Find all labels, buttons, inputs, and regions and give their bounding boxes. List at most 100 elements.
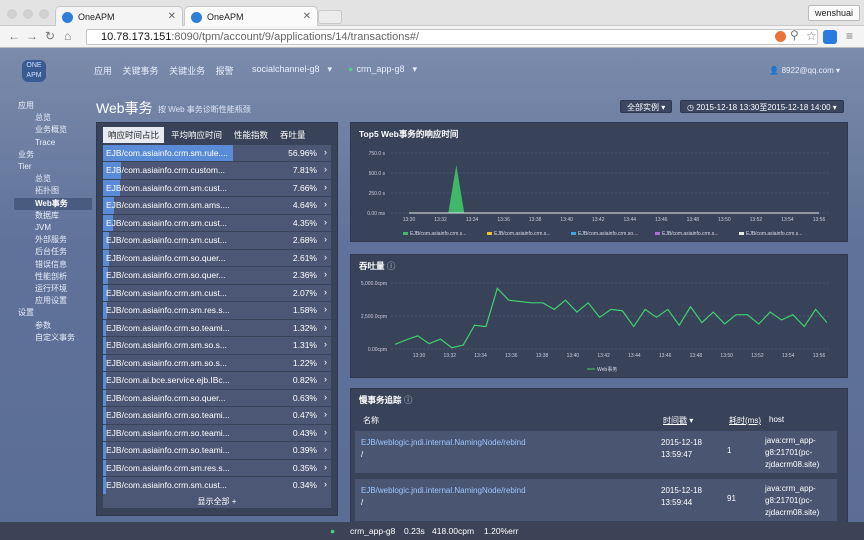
home-icon[interactable]: ⌂	[64, 29, 71, 43]
browser-tab-1[interactable]: OneAPM ✕	[55, 6, 183, 27]
menu-icon[interactable]: ≡	[846, 29, 853, 43]
transaction-row[interactable]: EJB/com.asiainfo.crm.so.quer... 2.36% ›	[103, 267, 331, 284]
minimize-window-icon[interactable]	[23, 9, 33, 19]
close-tab-icon[interactable]: ✕	[168, 11, 176, 22]
sidebar-item[interactable]: 外部服务	[18, 234, 84, 246]
account-menu[interactable]: 👤 8922@qq.com ▾	[769, 66, 840, 75]
tab-avg-response-time[interactable]: 平均响应时间	[166, 127, 227, 143]
forward-arrow-icon[interactable]: →	[26, 29, 38, 43]
transaction-row[interactable]: EJB/com.asiainfo.crm.so.quer... 0.63% ›	[103, 389, 331, 407]
browser-tab-2[interactable]: OneAPM ✕	[184, 6, 318, 27]
extension-icon[interactable]	[775, 31, 786, 42]
new-tab-button[interactable]	[318, 10, 342, 24]
sidebar-item[interactable]: Trace	[18, 137, 84, 149]
transaction-row[interactable]: EJB/com.ai.bce.service.ejb.IBc... 0.82% ›	[103, 372, 331, 389]
transaction-row[interactable]: EJB/com.asiainfo.crm.sm.rule.... 56.96% ›	[103, 145, 331, 162]
legend-label[interactable]: EJB/com.asiainfo.crm.s...	[494, 231, 550, 237]
oneapm-logo[interactable]: ONE APM	[22, 60, 46, 82]
instances-dropdown-label: 全部实例	[627, 103, 659, 112]
sidebar-item[interactable]: 后台任务	[18, 246, 84, 258]
legend-label[interactable]: EJB/com.asiainfo.crm.so....	[578, 231, 639, 237]
instances-dropdown[interactable]: 全部实例 ▾	[620, 100, 673, 113]
sidebar-item[interactable]: 总览	[18, 173, 84, 185]
close-window-icon[interactable]	[7, 9, 17, 19]
back-arrow-icon[interactable]: ←	[8, 29, 20, 43]
search-icon[interactable]: ⚲	[790, 28, 799, 42]
chevron-right-icon: ›	[324, 339, 327, 350]
sidebar-item[interactable]: 错误信息	[18, 259, 84, 271]
legend-label[interactable]: EJB/com.asiainfo.crm.s...	[746, 231, 802, 237]
slow-tx-name-link[interactable]: EJB/weblogic.jndi.internal.NamingNode/re…	[361, 485, 651, 497]
transaction-row[interactable]: EJB/com.asiainfo.crm.so.teami... 1.32% ›	[103, 319, 331, 337]
sidebar-item[interactable]: 参数	[18, 320, 84, 332]
nav-key-business[interactable]: 关键业务	[169, 66, 205, 76]
transaction-row[interactable]: EJB/com.asiainfo.crm.sm.res.s... 0.35% ›	[103, 459, 331, 477]
reload-icon[interactable]: ↻	[45, 29, 55, 43]
nav-alerts[interactable]: 报警	[216, 66, 234, 76]
legend-label[interactable]: Web事务	[597, 366, 617, 373]
sidebar-item[interactable]: 自定义事务	[18, 332, 84, 344]
column-header-duration[interactable]: 耗时(ms)	[729, 415, 761, 426]
url-input[interactable]: 10.78.173.151:8090/tpm/account/9/applica…	[86, 29, 818, 45]
sidebar-item[interactable]: JVM	[18, 222, 84, 234]
transaction-row[interactable]: EJB/com.asiainfo.crm.sm.cust... 4.35% ›	[103, 214, 331, 232]
sidebar-item[interactable]: Tier	[18, 161, 84, 173]
app-page: ONE APM 应用 关键事务 关键业务 报警 socialchannel-g8…	[0, 48, 864, 540]
show-all-button[interactable]: 显示全部 +	[103, 494, 331, 508]
legend-label[interactable]: EJB/com.asiainfo.crm.s...	[662, 231, 718, 237]
transaction-row[interactable]: EJB/com.asiainfo.crm.sm.cust... 0.34% ›	[103, 477, 331, 494]
transaction-row[interactable]: EJB/com.asiainfo.crm.sm.so.s... 1.22% ›	[103, 354, 331, 372]
app-selector[interactable]: socialchannel-g8 ▾	[252, 64, 340, 75]
transaction-row[interactable]: EJB/com.asiainfo.crm.sm.ams.... 4.64% ›	[103, 197, 331, 214]
transaction-row[interactable]: EJB/com.asiainfo.crm.sm.cust... 2.68% ›	[103, 232, 331, 249]
slow-tx-name-link[interactable]: EJB/weblogic.jndi.internal.NamingNode/re…	[361, 437, 651, 449]
column-header-name[interactable]: 名称	[363, 415, 379, 426]
sidebar-item[interactable]: 数据库	[18, 210, 84, 222]
transaction-row[interactable]: EJB/com.asiainfo.crm.so.teami... 0.39% ›	[103, 442, 331, 459]
browser-profile-button[interactable]: wenshuai	[807, 5, 860, 21]
transaction-row[interactable]: EJB/com.asiainfo.crm.sm.cust... 7.66% ›	[103, 179, 331, 197]
slow-tx-row[interactable]: EJB/weblogic.jndi.internal.NamingNode/re…	[355, 431, 837, 473]
sidebar-item[interactable]: Web事务	[14, 197, 92, 210]
nav-applications[interactable]: 应用	[94, 66, 112, 76]
nav-key-transactions[interactable]: 关键事务	[123, 66, 159, 76]
transaction-row[interactable]: EJB/com.asiainfo.crm.custom... 7.81% ›	[103, 162, 331, 179]
sidebar-item[interactable]: 应用设置	[18, 295, 84, 307]
sidebar-item[interactable]: 总览	[18, 112, 84, 124]
transaction-share: 0.35%	[292, 462, 317, 473]
time-range-picker[interactable]: ◷ 2015-12-18 13:30至2015-12-18 14:00 ▾	[680, 100, 844, 113]
slow-tx-row[interactable]: EJB/weblogic.jndi.internal.NamingNode/re…	[355, 479, 837, 521]
transaction-share: 7.81%	[292, 165, 317, 176]
x-tick-label: 13:32	[444, 353, 457, 359]
sidebar-item[interactable]: 性能剖析	[18, 271, 84, 283]
sidebar-item[interactable]: 拓扑图	[18, 185, 84, 197]
tab-response-time-share[interactable]: 响应时间占比	[103, 127, 165, 143]
close-tab-icon[interactable]: ✕	[303, 11, 311, 22]
url-host: 10.78.173.151	[101, 31, 172, 43]
instance-selector[interactable]: ● crm_app-g8 ▾	[348, 64, 425, 75]
sidebar-item[interactable]: 业务	[18, 149, 84, 161]
legend-swatch	[403, 232, 408, 235]
transaction-name: EJB/com.asiainfo.crm.so.teami...	[106, 322, 230, 333]
transaction-row[interactable]: EJB/com.asiainfo.crm.sm.res.s... 1.58% ›	[103, 302, 331, 319]
bookmark-star-icon[interactable]: ☆	[806, 29, 817, 43]
transaction-row[interactable]: EJB/com.asiainfo.crm.so.teami... 0.43% ›	[103, 424, 331, 442]
transaction-row[interactable]: EJB/com.asiainfo.crm.sm.cust... 2.07% ›	[103, 284, 331, 302]
sidebar-item[interactable]: 设置	[18, 307, 84, 319]
top5-chart-title: Top5 Web事务的响应时间	[359, 129, 459, 139]
column-header-timestamp[interactable]: 时间戳 ▾	[663, 415, 693, 426]
sidebar-item[interactable]: 应用	[18, 100, 84, 112]
transaction-row[interactable]: EJB/com.asiainfo.crm.so.quer... 2.61% ›	[103, 249, 331, 267]
info-icon[interactable]: ⓘ	[404, 395, 413, 405]
tab-throughput[interactable]: 吞吐量	[275, 127, 311, 143]
sidebar-item[interactable]: 运行环境	[18, 283, 84, 295]
chevron-right-icon: ›	[324, 356, 327, 367]
info-icon[interactable]: ⓘ	[387, 261, 396, 271]
extension-logo-icon[interactable]	[823, 30, 837, 44]
transaction-row[interactable]: EJB/com.asiainfo.crm.so.teami... 0.47% ›	[103, 407, 331, 424]
legend-label[interactable]: EJB/com.asiainfo.crm.s...	[410, 231, 466, 237]
maximize-window-icon[interactable]	[39, 9, 49, 19]
sidebar-item[interactable]: 业务概览	[18, 124, 84, 136]
tab-apdex[interactable]: 性能指数	[229, 127, 273, 143]
transaction-row[interactable]: EJB/com.asiainfo.crm.sm.so.s... 1.31% ›	[103, 337, 331, 354]
